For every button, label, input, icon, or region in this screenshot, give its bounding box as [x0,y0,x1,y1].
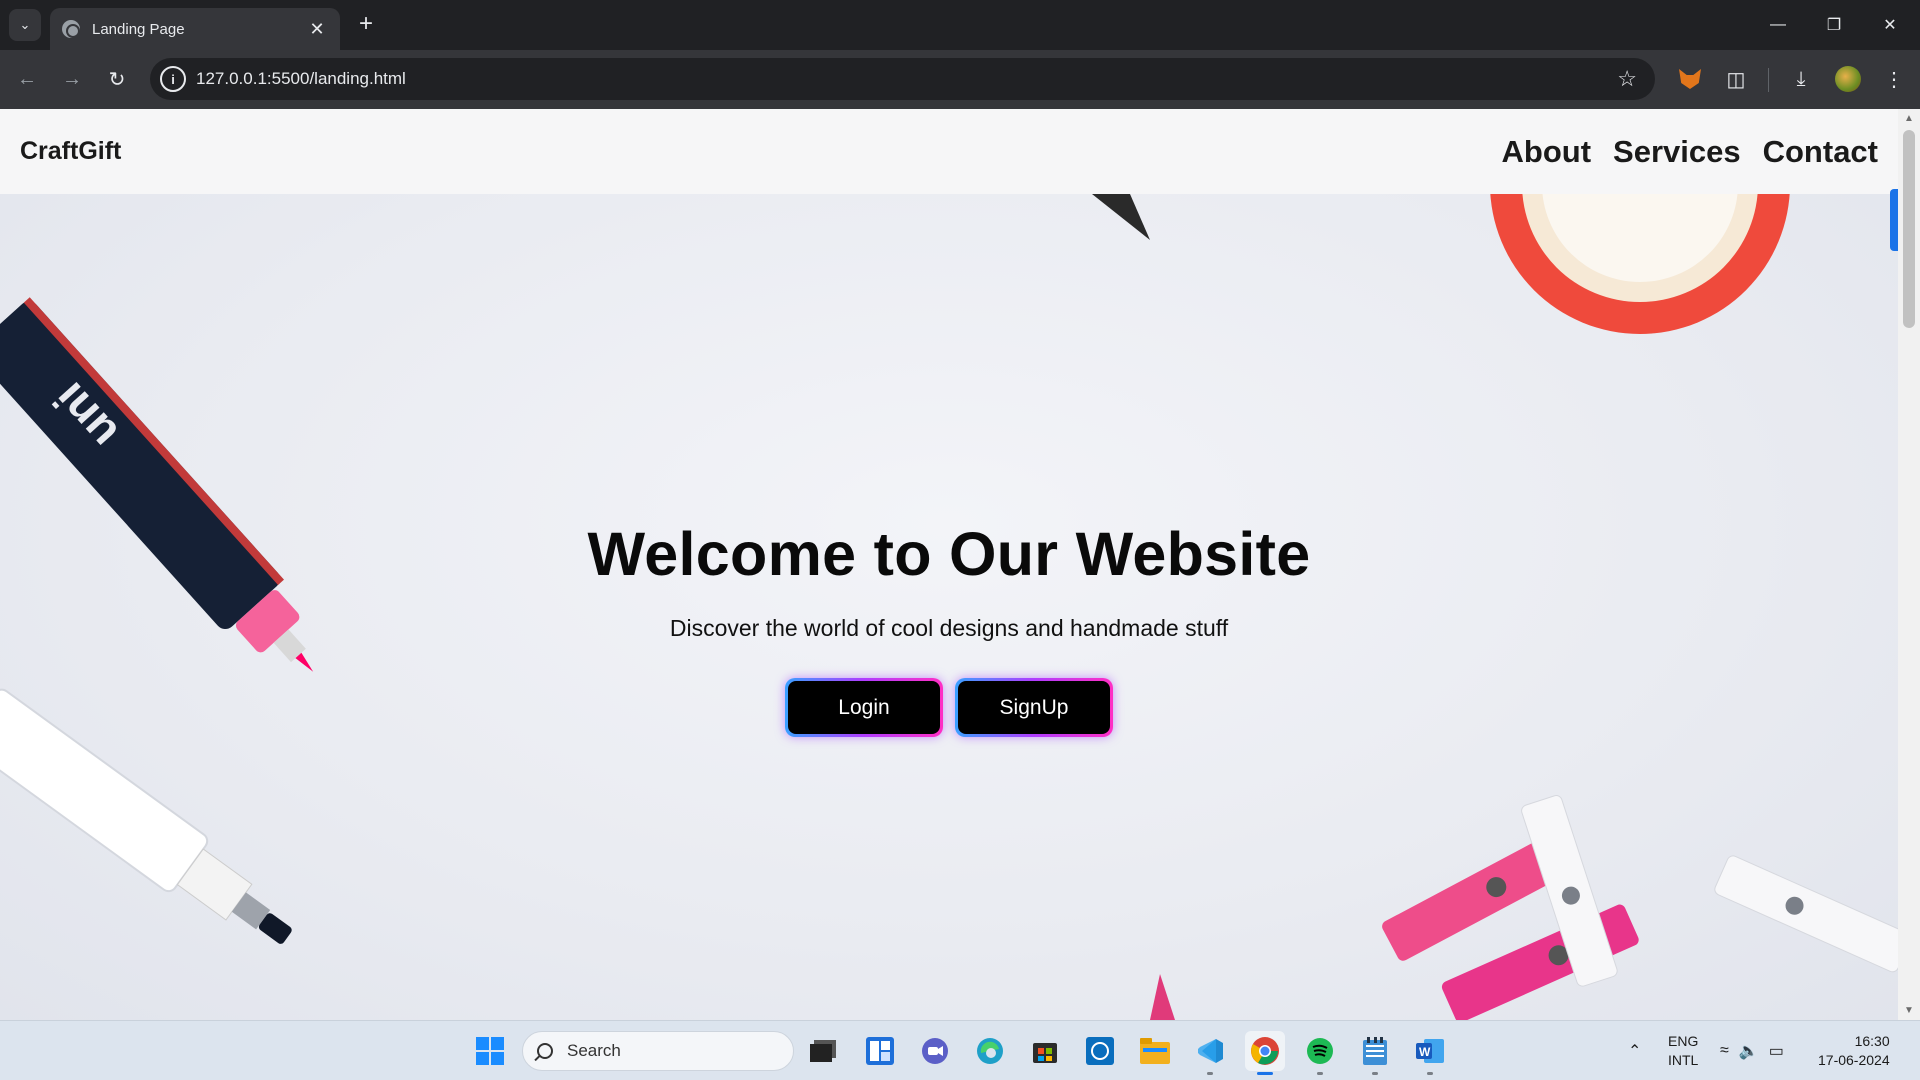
windows-taskbar: Search W ⌃ ENG INTL ≈ 🔈 ▭ 16:30 17-06-20… [0,1020,1920,1080]
system-status-icons[interactable]: ≈ 🔈 ▭ [1720,1021,1784,1080]
toolbar-divider [1768,68,1769,92]
language-code: ENG [1668,1033,1699,1049]
edge-browser-icon[interactable] [970,1031,1010,1071]
browser-tab[interactable]: Landing Page ✕ [50,8,340,50]
side-panel-handle[interactable] [1890,189,1898,251]
clock-date: 17-06-2024 [1818,1052,1890,1068]
teams-chat-icon[interactable] [915,1031,955,1071]
nav-link-contact[interactable]: Contact [1763,134,1878,170]
back-button[interactable]: ← [10,62,44,96]
chevron-down-icon: ⌄ [19,17,31,32]
scrollbar-thumb[interactable] [1903,130,1915,328]
browser-tab-strip: ⌄ Landing Page ✕ + — ❐ ✕ [0,0,1920,50]
brand-logo[interactable]: CraftGift [20,137,121,166]
scroll-down-arrow-icon[interactable]: ▼ [1904,1005,1914,1016]
chrome-icon[interactable] [1245,1031,1285,1075]
login-button-label: Login [788,681,940,734]
spotify-icon[interactable] [1300,1031,1340,1075]
show-hidden-icons-chevron[interactable]: ⌃ [1628,1021,1641,1080]
menu-kebab-icon[interactable]: ⋮ [1877,62,1911,96]
close-tab-icon[interactable]: ✕ [306,19,328,40]
reload-button[interactable]: ↻ [100,62,134,96]
hero-button-group: Login SignUp [785,678,1113,737]
hero-section: uni Welcome to Our Website Discover the … [0,194,1898,1020]
language-indicator[interactable]: ENG INTL [1668,1021,1698,1080]
keyboard-layout: INTL [1668,1052,1699,1068]
metamask-fox-icon[interactable] [1673,62,1707,96]
taskbar-search[interactable]: Search [522,1031,794,1071]
profile-avatar[interactable] [1831,62,1865,96]
dell-app-icon[interactable] [1080,1031,1120,1071]
browser-toolbar: ← → ↻ i 127.0.0.1:5500/landing.html ☆ ◫ … [0,50,1920,109]
site-nav: About Services Contact [1502,134,1878,170]
forward-button[interactable]: → [55,62,89,96]
signup-button-label: SignUp [958,681,1110,734]
clock-time: 16:30 [1854,1033,1890,1049]
restore-button[interactable]: ❐ [1806,0,1862,50]
widgets-icon[interactable] [860,1031,900,1071]
notepad-icon[interactable] [1355,1031,1395,1075]
wifi-icon: ≈ [1720,1042,1729,1059]
search-icon [537,1043,553,1059]
bookmark-star-icon[interactable]: ☆ [1617,66,1637,92]
site-header: CraftGift About Services Contact [0,109,1898,194]
hero-title: Welcome to Our Website [587,520,1311,588]
url-text[interactable]: 127.0.0.1:5500/landing.html [196,69,1617,89]
page-viewport: CraftGift About Services Contact uni Wel… [0,109,1920,1020]
new-tab-button[interactable]: + [352,10,380,38]
nav-link-about[interactable]: About [1502,134,1592,170]
hero-content: Welcome to Our Website Discover the worl… [0,194,1898,1020]
volume-icon: 🔈 [1738,1043,1759,1060]
svg-text:W: W [1419,1045,1431,1059]
tab-title: Landing Page [92,20,185,38]
signup-button[interactable]: SignUp [955,678,1113,737]
microsoft-store-icon[interactable] [1025,1031,1065,1071]
file-explorer-icon[interactable] [1135,1031,1175,1071]
address-bar[interactable]: i 127.0.0.1:5500/landing.html ☆ [150,58,1655,100]
download-icon[interactable]: ⤓ [1784,62,1818,96]
start-windows-icon[interactable] [470,1031,510,1071]
clock[interactable]: 16:30 17-06-2024 [1818,1021,1890,1080]
vscode-icon[interactable] [1190,1031,1230,1075]
word-icon[interactable]: W [1410,1031,1450,1075]
login-button[interactable]: Login [785,678,943,737]
site-info-icon[interactable]: i [160,66,186,92]
close-window-button[interactable]: ✕ [1862,0,1918,50]
nav-link-services[interactable]: Services [1613,134,1741,170]
battery-icon: ▭ [1768,1043,1784,1060]
taskbar-search-placeholder: Search [567,1041,621,1060]
extensions-puzzle-icon[interactable]: ◫ [1719,62,1753,96]
scroll-up-arrow-icon[interactable]: ▲ [1904,113,1914,124]
page-scrollbar[interactable]: ▲ ▼ [1898,109,1920,1020]
globe-icon [62,20,80,38]
task-view-icon[interactable] [803,1031,843,1071]
hero-subtitle: Discover the world of cool designs and h… [669,615,1229,641]
tab-search-button[interactable]: ⌄ [9,9,41,41]
minimize-button[interactable]: — [1750,0,1806,50]
